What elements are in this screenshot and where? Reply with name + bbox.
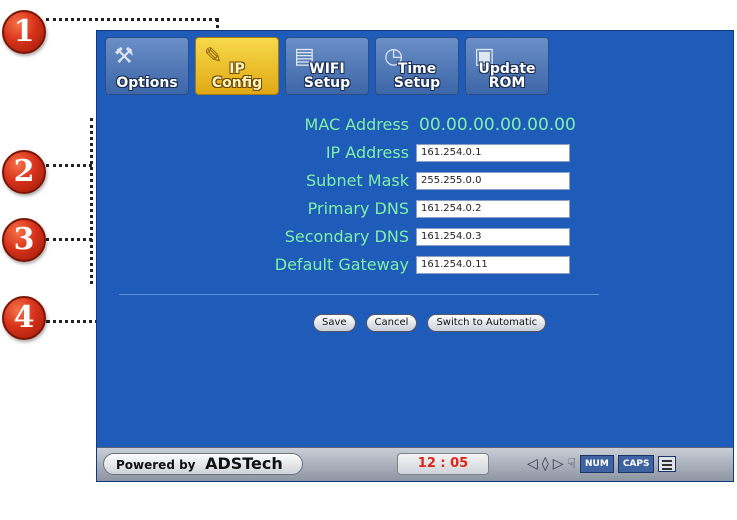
tab-time-setup-label-top: Time: [397, 61, 437, 77]
move-icon[interactable]: ◊: [542, 454, 549, 474]
primary-dns-label: Primary DNS: [307, 199, 409, 218]
arrow-left-icon[interactable]: ◁: [527, 454, 538, 474]
cancel-button[interactable]: Cancel: [365, 314, 418, 332]
primary-dns-row: Primary DNS 161.254.0.2: [97, 199, 735, 219]
callout-1: 1: [2, 10, 46, 54]
mac-label: MAC Address: [304, 115, 409, 134]
tab-ip-config-label: Config: [211, 75, 263, 91]
subnet-mask-input[interactable]: 255.255.0.0: [416, 172, 570, 190]
arrow-right-icon[interactable]: ▷: [553, 454, 564, 474]
tab-wifi-setup-label-top: WIFI: [309, 61, 345, 77]
toolbar: ⚒ Options ✎ IP Config ▤ WIFI Setup ◷ Tim…: [105, 37, 549, 99]
default-gateway-label: Default Gateway: [274, 255, 409, 274]
subnet-mask-label: Subnet Mask: [305, 171, 409, 190]
tab-update-rom-label: ROM: [488, 75, 526, 91]
primary-dns-input[interactable]: 161.254.0.2: [416, 200, 570, 218]
clock: 12 : 05: [397, 453, 489, 475]
leader-line-2: [46, 164, 92, 167]
mac-value: 00.00.00.00.00.00: [419, 115, 576, 135]
leader-bracket: [90, 118, 93, 284]
callout-2: 2: [2, 150, 46, 194]
save-button[interactable]: Save: [313, 314, 356, 332]
secondary-dns-input[interactable]: 161.254.0.3: [416, 228, 570, 246]
secondary-dns-row: Secondary DNS 161.254.0.3: [97, 227, 735, 247]
subnet-mask-row: Subnet Mask 255.255.0.0: [97, 171, 735, 191]
action-buttons: Save Cancel Switch to Automatic: [313, 314, 547, 332]
default-gateway-row: Default Gateway 161.254.0.11: [97, 255, 735, 275]
tab-ip-config[interactable]: ✎ IP Config: [195, 37, 279, 95]
tab-wifi-setup[interactable]: ▤ WIFI Setup: [285, 37, 369, 95]
device-screen: ⚒ Options ✎ IP Config ▤ WIFI Setup ◷ Tim…: [96, 30, 734, 482]
mac-row: MAC Address 00.00.00.00.00.00: [97, 115, 735, 135]
tab-options-label: Options: [116, 75, 178, 91]
default-gateway-input[interactable]: 161.254.0.11: [416, 256, 570, 274]
wrench-icon: ⚒: [114, 44, 134, 69]
leader-line-1: [46, 18, 218, 21]
tab-options[interactable]: ⚒ Options: [105, 37, 189, 95]
switch-to-automatic-button[interactable]: Switch to Automatic: [427, 314, 547, 332]
tab-time-setup-label: Setup: [393, 75, 441, 91]
powered-by-text: Powered by: [116, 458, 196, 472]
status-bar: Powered by ADSTech 12 : 05 ◁ ◊ ▷ ☟ NUM C…: [97, 447, 733, 481]
pointer-hand-icon[interactable]: ☟: [567, 454, 576, 474]
tab-ip-config-label-top: IP: [229, 61, 245, 77]
leader-line-3: [46, 238, 92, 241]
callout-4: 4: [2, 296, 46, 340]
divider: [119, 294, 599, 295]
callout-3: 3: [2, 218, 46, 262]
ip-address-row: IP Address 161.254.0.1: [97, 143, 735, 163]
powered-by-badge: Powered by ADSTech: [103, 453, 303, 475]
tab-update-rom-label-top: Update: [478, 61, 536, 77]
tab-time-setup[interactable]: ◷ Time Setup: [375, 37, 459, 95]
caps-lock-indicator: CAPS: [617, 455, 655, 473]
menu-icon[interactable]: [658, 456, 677, 472]
page: 1 2 3 4 ⚒ Options ✎ IP Config ▤ WIFI Set…: [0, 0, 737, 520]
tab-wifi-setup-label: Setup: [303, 75, 351, 91]
ip-address-input[interactable]: 161.254.0.1: [416, 144, 570, 162]
tab-update-rom[interactable]: ▣ Update ROM: [465, 37, 549, 95]
system-tray: ◁ ◊ ▷ ☟ NUM CAPS: [527, 454, 677, 474]
brand-name: ADSTech: [205, 454, 283, 473]
pencil-icon: ✎: [204, 44, 223, 69]
secondary-dns-label: Secondary DNS: [284, 227, 409, 246]
ip-address-label: IP Address: [325, 143, 409, 162]
num-lock-indicator: NUM: [580, 455, 614, 473]
